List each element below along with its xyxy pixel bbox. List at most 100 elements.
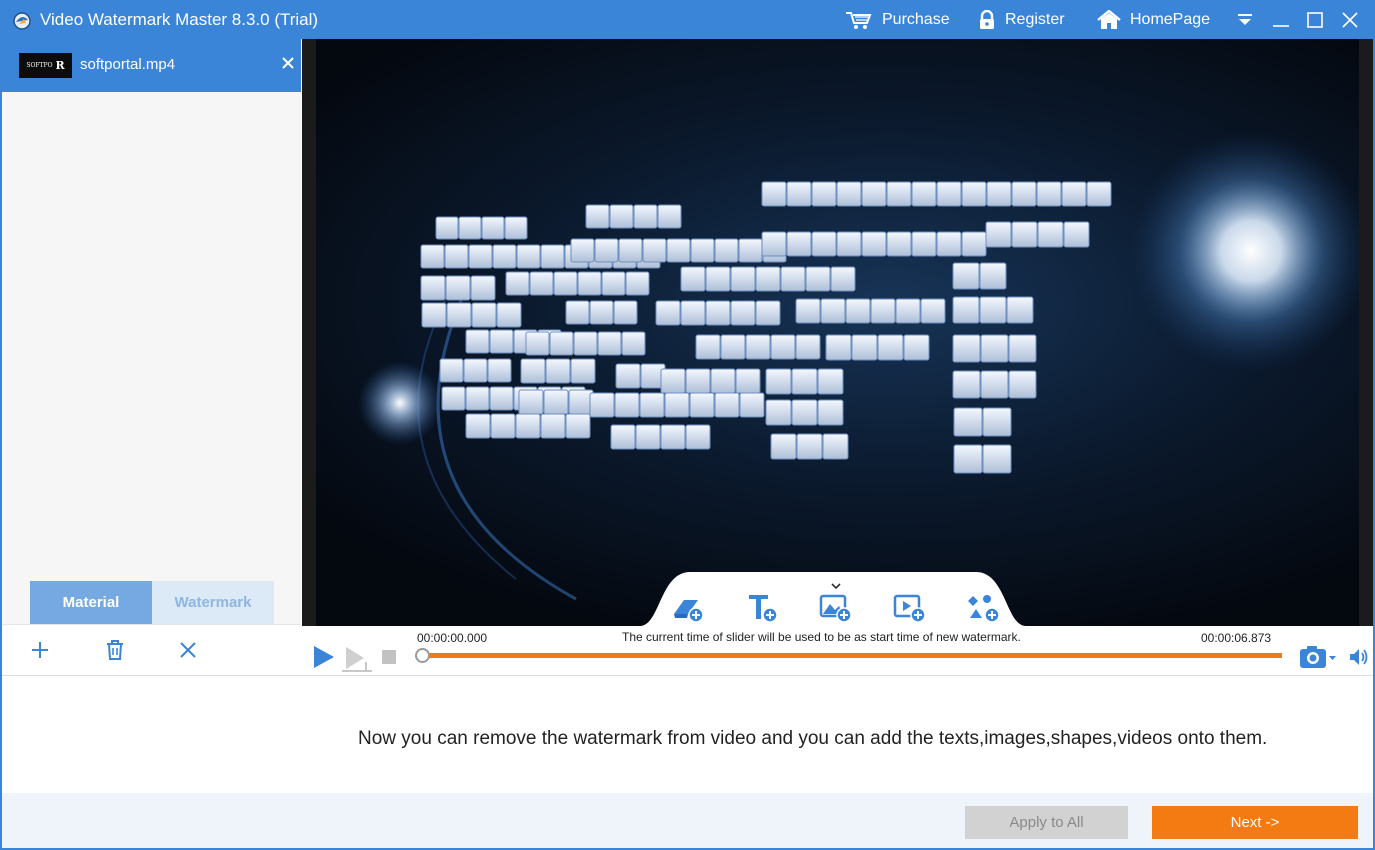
lock-icon <box>978 10 996 30</box>
video-cube <box>979 262 1007 290</box>
video-cube <box>481 216 505 240</box>
video-cube <box>1037 221 1064 248</box>
video-cube <box>755 266 781 292</box>
video-cube <box>770 433 797 460</box>
video-cube <box>830 266 856 292</box>
video-cube <box>613 300 638 325</box>
video-cube <box>982 407 1012 437</box>
image-add-icon[interactable] <box>818 590 852 624</box>
video-cube <box>570 358 596 384</box>
video-cube <box>421 302 447 328</box>
video-cube <box>458 216 482 240</box>
video-cube <box>920 298 946 324</box>
message-area: Now you can remove the watermark from vi… <box>0 676 1375 793</box>
video-cube <box>979 296 1007 324</box>
slider-hint: The current time of slider will be used … <box>622 630 1021 644</box>
next-button[interactable]: Next -> <box>1152 806 1358 839</box>
trash-icon[interactable] <box>103 638 127 662</box>
chevron-down-icon[interactable] <box>830 577 842 590</box>
text-add-icon[interactable] <box>744 590 778 624</box>
video-cube <box>761 231 787 257</box>
video-cube <box>515 413 541 439</box>
window-title: Video Watermark Master 8.3.0 (Trial) <box>40 10 319 29</box>
camera-icon[interactable] <box>1298 644 1338 670</box>
app-icon <box>11 9 33 31</box>
video-cube <box>666 238 691 263</box>
video-cube <box>496 302 522 328</box>
file-thumbnail: SOFTPO R <box>19 53 72 78</box>
video-cube <box>525 331 550 356</box>
volume-icon[interactable] <box>1348 646 1370 668</box>
window-border-left <box>0 39 2 850</box>
video-cube <box>952 334 981 363</box>
minimize-icon[interactable] <box>1268 7 1294 33</box>
tab-watermark[interactable]: Watermark <box>152 581 274 624</box>
video-cube <box>568 389 594 415</box>
video-frame <box>302 39 1373 626</box>
close-icon[interactable] <box>1337 7 1363 33</box>
eraser-add-icon[interactable] <box>670 590 704 624</box>
video-cube <box>903 334 930 361</box>
video-cube <box>589 392 615 418</box>
video-cube <box>635 424 661 450</box>
timeline-slider[interactable] <box>415 648 1282 663</box>
video-cube <box>811 231 837 257</box>
video-cube <box>685 424 711 450</box>
video-add-icon[interactable] <box>892 590 926 624</box>
video-cube <box>655 300 681 326</box>
video-cube <box>714 238 739 263</box>
timeline-thumb[interactable] <box>415 648 430 663</box>
stop-icon[interactable] <box>382 650 396 664</box>
video-cube <box>861 231 887 257</box>
video-cube <box>817 368 844 395</box>
video-cube <box>980 334 1009 363</box>
thumbnail-letter: R <box>55 59 65 72</box>
video-cube <box>618 238 643 263</box>
video-cube <box>549 331 574 356</box>
file-list-item[interactable]: SOFTPO R softportal.mp4 <box>2 39 301 92</box>
video-cube <box>851 334 878 361</box>
video-cube <box>660 424 686 450</box>
video-cube <box>505 271 530 296</box>
video-cube <box>420 244 445 269</box>
video-cube <box>439 358 464 383</box>
video-cube <box>570 238 595 263</box>
remove-icon[interactable] <box>176 638 200 662</box>
video-cube <box>577 271 602 296</box>
video-cube <box>720 334 746 360</box>
video-cube <box>1036 181 1062 207</box>
dropdown-menu-icon[interactable] <box>1232 7 1258 33</box>
register-button[interactable]: Register <box>978 8 1065 32</box>
shape-add-icon[interactable] <box>966 590 1000 624</box>
purchase-button[interactable]: Purchase <box>845 8 950 32</box>
video-cube <box>490 413 516 439</box>
video-cube <box>614 392 640 418</box>
video-cube <box>961 181 987 207</box>
video-cube <box>553 271 578 296</box>
video-cube <box>615 363 641 389</box>
video-cube <box>597 331 622 356</box>
step-forward-icon[interactable] <box>340 644 374 672</box>
homepage-button[interactable]: HomePage <box>1097 8 1210 32</box>
apply-to-all-button[interactable]: Apply to All <box>965 806 1128 839</box>
watermark-toolbar <box>640 572 1026 626</box>
video-cube <box>886 231 912 257</box>
video-cube <box>492 244 517 269</box>
video-preview[interactable] <box>316 39 1359 626</box>
end-time: 00:00:06.873 <box>1201 631 1272 645</box>
video-cube <box>745 334 771 360</box>
video-cube <box>529 271 554 296</box>
material-panel: SOFTPO R softportal.mp4 Material Waterma… <box>2 39 301 675</box>
video-cube <box>625 271 650 296</box>
tab-material[interactable]: Material <box>30 581 152 624</box>
video-cube <box>444 244 469 269</box>
video-cube <box>895 298 921 324</box>
video-cube <box>573 331 598 356</box>
video-cube <box>730 266 756 292</box>
file-close-icon[interactable] <box>280 55 296 71</box>
video-cube <box>791 399 818 426</box>
file-name: softportal.mp4 <box>80 56 176 73</box>
play-icon[interactable] <box>312 644 336 670</box>
add-icon[interactable] <box>28 638 52 662</box>
maximize-icon[interactable] <box>1302 7 1328 33</box>
